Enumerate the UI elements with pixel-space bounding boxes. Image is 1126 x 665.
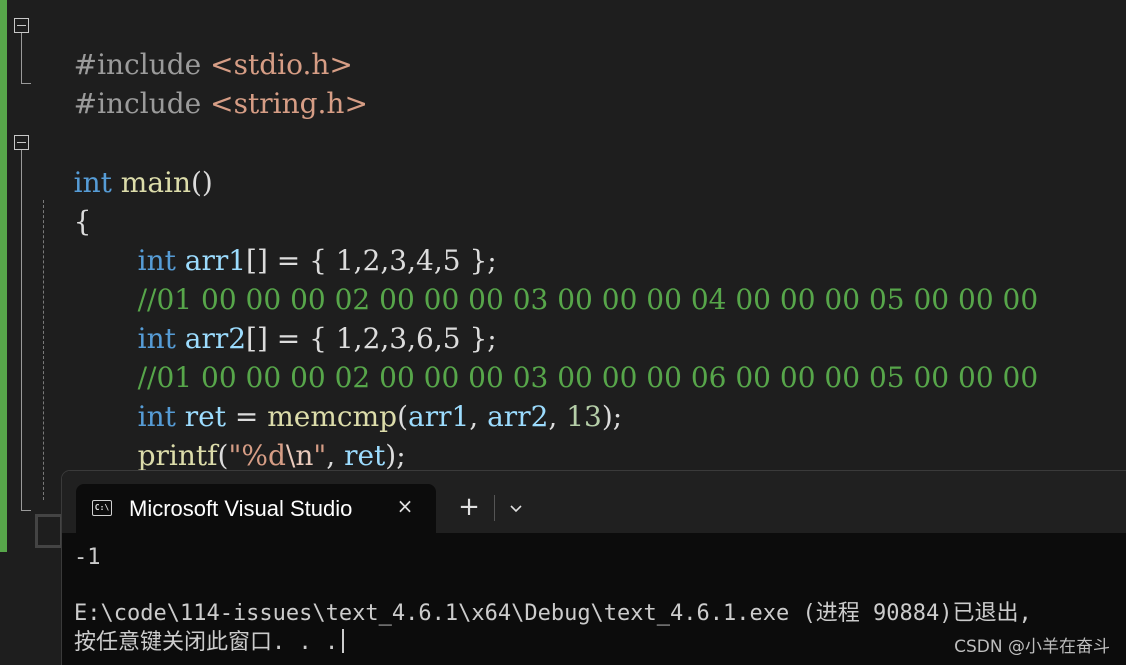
new-tab-icon[interactable]: +	[455, 493, 483, 523]
code-line-6[interactable]: int arr1[] = { 1,2,3,4,5 };	[102, 202, 497, 277]
function-name: main	[120, 166, 191, 199]
terminal-window[interactable]: C:\ Microsoft Visual Studio × + -1 E:\co…	[62, 471, 1126, 665]
argument: ret	[344, 439, 386, 472]
argument: arr1	[408, 400, 470, 433]
escape-sequence: \n	[285, 439, 314, 472]
close-paren: );	[385, 439, 406, 472]
number-literal: 13	[566, 400, 602, 433]
code-line-7[interactable]: //01 00 00 00 02 00 00 00 03 00 00 00 04…	[102, 241, 1039, 316]
tab-title: Microsoft Visual Studio	[129, 496, 353, 521]
code-line-1[interactable]: #include <stdio.h>	[38, 6, 353, 81]
preprocessor-directive: #include	[73, 87, 202, 120]
console-output[interactable]: -1 E:\code\114-issues\text_4.6.1\x64\Deb…	[62, 533, 1126, 665]
close-paren: );	[601, 400, 623, 433]
code-line-5[interactable]: {	[38, 163, 92, 238]
fold-guide-main-end	[21, 510, 31, 511]
open-brace: {	[73, 205, 92, 238]
code-line-4[interactable]: int main()	[38, 124, 213, 199]
terminal-tab-active[interactable]: C:\ Microsoft Visual Studio ×	[76, 484, 436, 533]
code-line-9[interactable]: //01 00 00 00 02 00 00 00 03 00 00 00 06…	[102, 319, 1039, 394]
code-line-8[interactable]: int arr2[] = { 1,2,3,6,5 };	[102, 280, 497, 355]
output-exit-line: E:\code\114-issues\text_4.6.1\x64\Debug\…	[74, 601, 1032, 626]
collapse-includes-icon[interactable]	[14, 18, 29, 33]
fold-guide-includes	[21, 33, 22, 83]
fold-guide-includes-end	[21, 83, 31, 84]
press-key-text: 按任意键关闭此窗口. . .	[74, 630, 339, 655]
code-line-2[interactable]: #include <string.h>	[38, 45, 368, 120]
argument: arr2	[487, 400, 549, 433]
code-line-12[interactable]: return 0;	[102, 436, 265, 511]
text-cursor	[342, 629, 345, 653]
comma: ,	[469, 400, 488, 433]
terminal-tab-bar: C:\ Microsoft Visual Studio × +	[62, 471, 1126, 533]
output-result: -1	[74, 545, 101, 570]
comma: ,	[326, 439, 345, 472]
tab-separator	[494, 495, 495, 521]
parens: ()	[191, 166, 213, 199]
comma: ,	[548, 400, 567, 433]
chevron-down-icon[interactable]	[504, 493, 528, 523]
fold-guide-main	[21, 150, 22, 510]
code-line-10[interactable]: int ret = memcmp(arr1, arr2, 13);	[102, 358, 623, 433]
string-end: "	[313, 439, 327, 472]
code-line-11[interactable]: printf("%d\n", ret);	[102, 397, 406, 472]
collapse-main-icon[interactable]	[14, 135, 29, 150]
output-press-key-line: 按任意键关闭此窗口. . .	[74, 628, 345, 658]
console-icon: C:\	[92, 500, 112, 516]
watermark: CSDN @小羊在奋斗	[954, 637, 1110, 657]
close-tab-icon[interactable]: ×	[393, 492, 417, 520]
editor-glyph-outline	[35, 514, 63, 548]
change-tracking-bar	[0, 0, 7, 552]
include-header: <string.h>	[210, 87, 368, 120]
